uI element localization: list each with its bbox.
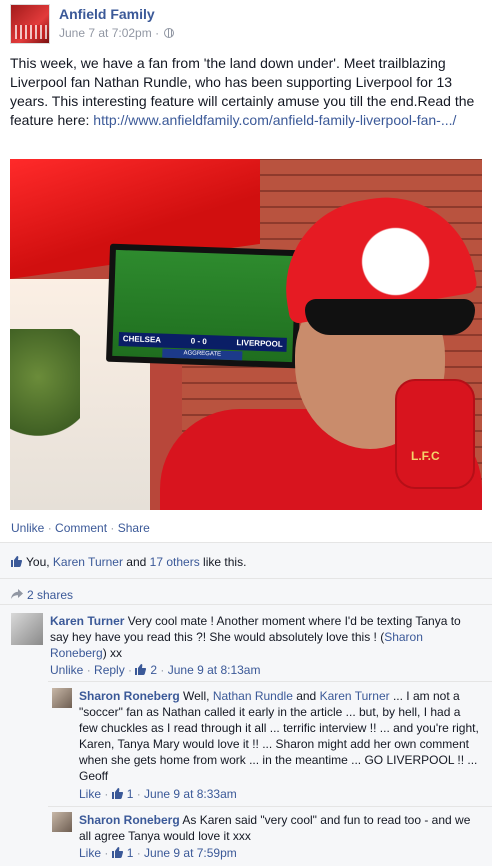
divider [48, 681, 492, 682]
meta-separator: · [155, 26, 160, 40]
reply-meta: Like · 1 · June 9 at 7:59pm [79, 846, 237, 860]
reply-text: Sharon Roneberg As Karen said "very cool… [79, 812, 481, 844]
mention-nathan-rundle[interactable]: Nathan Rundle [213, 689, 293, 703]
comment-item: Karen Turner Very cool mate ! Another mo… [11, 613, 481, 683]
commenter-avatar[interactable] [11, 613, 43, 645]
reply-body: Well, [179, 689, 213, 703]
likes-others-link[interactable]: 17 others [150, 555, 200, 569]
likes-you: You, [26, 555, 53, 569]
post-timestamp[interactable]: June 7 at 7:02pm [59, 26, 152, 40]
comment-text: Karen Turner Very cool mate ! Another mo… [50, 613, 478, 661]
shares-row[interactable]: 2 shares [11, 588, 73, 602]
thumbs-up-icon [135, 664, 147, 675]
likes-row: You, Karen Turner and 17 others like thi… [11, 555, 246, 569]
reply-item: Sharon Roneberg As Karen said "very cool… [52, 812, 482, 862]
reply-item: Sharon Roneberg Well, Nathan Rundle and … [52, 688, 482, 806]
divider [0, 578, 492, 579]
comment-timestamp[interactable]: June 9 at 8:13am [168, 663, 261, 677]
reply-author[interactable]: Sharon Roneberg [79, 689, 180, 703]
post-text: This week, we have a fan from 'the land … [10, 54, 480, 130]
post-header: Anfield Family June 7 at 7:02pm · [10, 4, 480, 44]
comment-button[interactable]: Comment [55, 521, 107, 535]
reply-like-count[interactable]: 1 [127, 787, 134, 801]
action-separator: · [44, 521, 56, 535]
likes-suffix: like this. [199, 555, 247, 569]
comment-body-end: ) xx [102, 646, 123, 660]
unlike-button[interactable]: Unlike [11, 521, 44, 535]
reply-like-button[interactable]: Like [79, 846, 101, 860]
post-meta: June 7 at 7:02pm · [59, 26, 175, 40]
reply-like-count[interactable]: 1 [127, 846, 134, 860]
replier-avatar[interactable] [52, 688, 72, 708]
comment-unlike-button[interactable]: Unlike [50, 663, 83, 677]
likes-and: and [122, 555, 150, 569]
replier-avatar[interactable] [52, 812, 72, 832]
sunglasses [305, 299, 475, 335]
shares-link[interactable]: 2 shares [27, 588, 73, 602]
public-globe-icon [164, 28, 175, 38]
fan-figure [160, 183, 482, 510]
reply-author[interactable]: Sharon Roneberg [79, 813, 180, 827]
comment-reply-button[interactable]: Reply [94, 663, 125, 677]
divider [48, 806, 492, 807]
share-arrow-icon [11, 589, 23, 599]
share-button[interactable]: Share [118, 521, 150, 535]
mention-karen-turner[interactable]: Karen Turner [320, 689, 390, 703]
reply-timestamp[interactable]: June 9 at 7:59pm [144, 846, 237, 860]
tv-home-team: CHELSEA [122, 334, 162, 345]
post-actions: Unlike · Comment · Share [11, 521, 150, 535]
page-avatar[interactable] [10, 4, 50, 44]
divider [0, 604, 492, 605]
reply-meta: Like · 1 · June 9 at 8:33am [79, 787, 237, 801]
post-photo[interactable]: CHELSEA 0 - 0 LIVERPOOL AGGREGATE [10, 159, 482, 510]
thumbs-up-icon [111, 847, 123, 858]
comment-meta: Unlike · Reply · 2 · June 9 at 8:13am [50, 663, 261, 677]
action-separator: · [107, 521, 118, 535]
page-name-link[interactable]: Anfield Family [59, 6, 155, 22]
thumbs-up-icon [111, 788, 123, 799]
tree [10, 329, 80, 449]
reply-body: ... I am not a "soccer" fan as Nathan ca… [79, 689, 479, 783]
reply-timestamp[interactable]: June 9 at 8:33am [144, 787, 237, 801]
comment-author[interactable]: Karen Turner [50, 614, 124, 628]
reply-like-button[interactable]: Like [79, 787, 101, 801]
liker-karen-turner[interactable]: Karen Turner [53, 555, 123, 569]
comment-like-count[interactable]: 2 [150, 663, 157, 677]
shirt-crest [395, 379, 475, 489]
reply-text: Sharon Roneberg Well, Nathan Rundle and … [79, 688, 481, 784]
feature-link[interactable]: http://www.anfieldfamily.com/anfield-fam… [93, 112, 456, 128]
thumbs-up-icon [11, 556, 22, 567]
reply-body: and [292, 689, 320, 703]
